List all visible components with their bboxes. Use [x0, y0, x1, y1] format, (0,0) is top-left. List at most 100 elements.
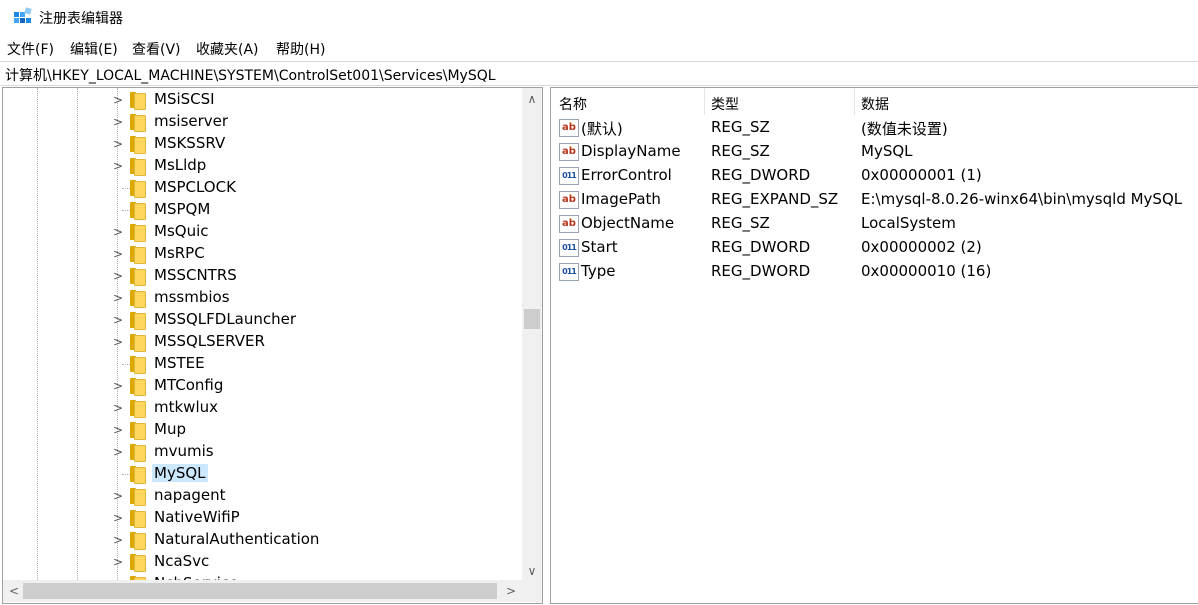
folder-icon — [130, 400, 146, 418]
tree-node[interactable]: MSPCLOCK — [3, 177, 523, 199]
tree-node[interactable]: > MSiSCSI — [3, 89, 523, 111]
value-name: (默认) — [581, 120, 623, 138]
tree-node[interactable]: > NativeWifiP — [3, 507, 523, 529]
chevron-right-icon[interactable]: > — [110, 289, 126, 307]
chevron-right-icon[interactable]: > — [110, 377, 126, 395]
tree-node-label[interactable]: NcaSvc — [152, 552, 211, 570]
string-value-icon: ab — [559, 215, 579, 233]
chevron-right-icon[interactable]: > — [110, 553, 126, 571]
value-row[interactable]: ab DisplayName REG_SZ MySQL — [551, 140, 1198, 164]
tree-node-label[interactable]: Mup — [152, 420, 188, 438]
tree-node[interactable]: > MSKSSRV — [3, 133, 523, 155]
value-type: REG_SZ — [711, 142, 770, 160]
address-bar[interactable]: 计算机\HKEY_LOCAL_MACHINE\SYSTEM\ControlSet… — [0, 61, 1198, 86]
tree-node-label[interactable]: mssmbios — [152, 288, 232, 306]
tree-node[interactable]: > msiserver — [3, 111, 523, 133]
string-value-icon: ab — [559, 119, 579, 137]
tree-node[interactable]: > mtkwlux — [3, 397, 523, 419]
value-type: REG_DWORD — [711, 166, 811, 184]
menu-help[interactable]: 帮助(H) — [276, 39, 325, 59]
tree-node[interactable]: > MSSQLSERVER — [3, 331, 523, 353]
chevron-right-icon[interactable]: > — [110, 311, 126, 329]
menu-file[interactable]: 文件(F) — [7, 39, 54, 59]
chevron-right-icon[interactable]: > — [110, 487, 126, 505]
chevron-right-icon[interactable]: > — [110, 267, 126, 285]
value-data: 0x00000002 (2) — [861, 238, 982, 256]
column-header-type[interactable]: 类型 — [705, 88, 855, 115]
tree-horizontal-scrollbar[interactable]: < > — [3, 580, 522, 602]
tree-node-label[interactable]: MSSQLFDLauncher — [152, 310, 298, 328]
tree-node[interactable]: > Mup — [3, 419, 523, 441]
tree-node[interactable]: > MsLldp — [3, 155, 523, 177]
chevron-right-icon[interactable]: > — [110, 135, 126, 153]
tree-node-label[interactable]: MSiSCSI — [152, 90, 217, 108]
tree-node-label[interactable]: MSPQM — [152, 200, 212, 218]
tree-node[interactable]: > MTConfig — [3, 375, 523, 397]
tree-node[interactable]: > MsRPC — [3, 243, 523, 265]
tree-node[interactable]: > NaturalAuthentication — [3, 529, 523, 551]
chevron-right-icon[interactable]: > — [110, 223, 126, 241]
tree-node-label[interactable]: MsRPC — [152, 244, 207, 262]
tree-node[interactable]: > mssmbios — [3, 287, 523, 309]
tree-node-label[interactable]: napagent — [152, 486, 228, 504]
scroll-thumb[interactable] — [524, 309, 540, 329]
scroll-down-arrow-icon[interactable]: ∨ — [522, 562, 542, 580]
scroll-left-arrow-icon[interactable]: < — [5, 580, 23, 602]
tree-node-label[interactable]: MsQuic — [152, 222, 211, 240]
value-row[interactable]: 011 ErrorControl REG_DWORD 0x00000001 (1) — [551, 164, 1198, 188]
value-row[interactable]: ab ImagePath REG_EXPAND_SZ E:\mysql-8.0.26-… — [551, 188, 1198, 212]
folder-icon — [130, 312, 146, 330]
tree-node-label[interactable]: MySQL — [152, 464, 208, 482]
chevron-right-icon[interactable]: > — [110, 333, 126, 351]
tree-node-label[interactable]: msiserver — [152, 112, 230, 130]
column-header-name[interactable]: 名称 — [553, 88, 705, 115]
tree-node[interactable]: > NcaSvc — [3, 551, 523, 573]
value-row[interactable]: 011 Type REG_DWORD 0x00000010 (16) — [551, 260, 1198, 284]
chevron-right-icon[interactable]: > — [110, 245, 126, 263]
values-list-pane[interactable]: 名称 类型 数据 ab (默认) REG_SZ (数值未设置) ab DisplayNam… — [550, 87, 1198, 604]
tree-node-label[interactable]: MSPCLOCK — [152, 178, 238, 196]
tree-node[interactable]: MySQL — [3, 463, 523, 485]
tree-node-label[interactable]: MsLldp — [152, 156, 208, 174]
folder-icon — [130, 136, 146, 154]
chevron-right-icon[interactable]: > — [110, 443, 126, 461]
tree-node[interactable]: > napagent — [3, 485, 523, 507]
menu-edit[interactable]: 编辑(E) — [70, 39, 118, 59]
key-tree-pane[interactable]: > MSiSCSI > msiserver > MSKSSRV > MsLldp MSPCLOC… — [2, 87, 543, 604]
folder-icon — [130, 444, 146, 462]
address-path[interactable]: 计算机\HKEY_LOCAL_MACHINE\SYSTEM\ControlSet… — [5, 65, 496, 85]
chevron-right-icon[interactable]: > — [110, 91, 126, 109]
value-row[interactable]: ab ObjectName REG_SZ LocalSystem — [551, 212, 1198, 236]
value-row[interactable]: 011 Start REG_DWORD 0x00000002 (2) — [551, 236, 1198, 260]
chevron-right-icon[interactable]: > — [110, 531, 126, 549]
scroll-thumb[interactable] — [23, 583, 497, 599]
value-type: REG_DWORD — [711, 238, 811, 256]
value-row[interactable]: ab (默认) REG_SZ (数值未设置) — [551, 116, 1198, 140]
chevron-right-icon[interactable]: > — [110, 399, 126, 417]
tree-node-label[interactable]: MSSCNTRS — [152, 266, 239, 284]
chevron-right-icon[interactable]: > — [110, 509, 126, 527]
tree-node[interactable]: MSPQM — [3, 199, 523, 221]
tree-node-label[interactable]: MSKSSRV — [152, 134, 227, 152]
tree-node-label[interactable]: MTConfig — [152, 376, 225, 394]
tree-vertical-scrollbar[interactable]: ∧ ∨ — [522, 88, 542, 580]
tree-node-label[interactable]: mvumis — [152, 442, 216, 460]
chevron-right-icon[interactable]: > — [110, 113, 126, 131]
column-header-data[interactable]: 数据 — [855, 88, 1198, 115]
tree-node-label[interactable]: NaturalAuthentication — [152, 530, 321, 548]
tree-node-label[interactable]: NativeWifiP — [152, 508, 242, 526]
menu-favorites[interactable]: 收藏夹(A) — [196, 39, 259, 59]
scroll-right-arrow-icon[interactable]: > — [502, 580, 520, 602]
menu-view[interactable]: 查看(V) — [132, 39, 181, 59]
chevron-right-icon[interactable]: > — [110, 157, 126, 175]
tree-node-label[interactable]: mtkwlux — [152, 398, 220, 416]
tree-node[interactable]: > mvumis — [3, 441, 523, 463]
tree-node[interactable]: > MsQuic — [3, 221, 523, 243]
tree-node[interactable]: MSTEE — [3, 353, 523, 375]
tree-node[interactable]: > MSSCNTRS — [3, 265, 523, 287]
tree-node-label[interactable]: MSSQLSERVER — [152, 332, 267, 350]
chevron-right-icon[interactable]: > — [110, 421, 126, 439]
tree-node[interactable]: > MSSQLFDLauncher — [3, 309, 523, 331]
tree-node-label[interactable]: MSTEE — [152, 354, 207, 372]
scroll-up-arrow-icon[interactable]: ∧ — [522, 90, 542, 108]
